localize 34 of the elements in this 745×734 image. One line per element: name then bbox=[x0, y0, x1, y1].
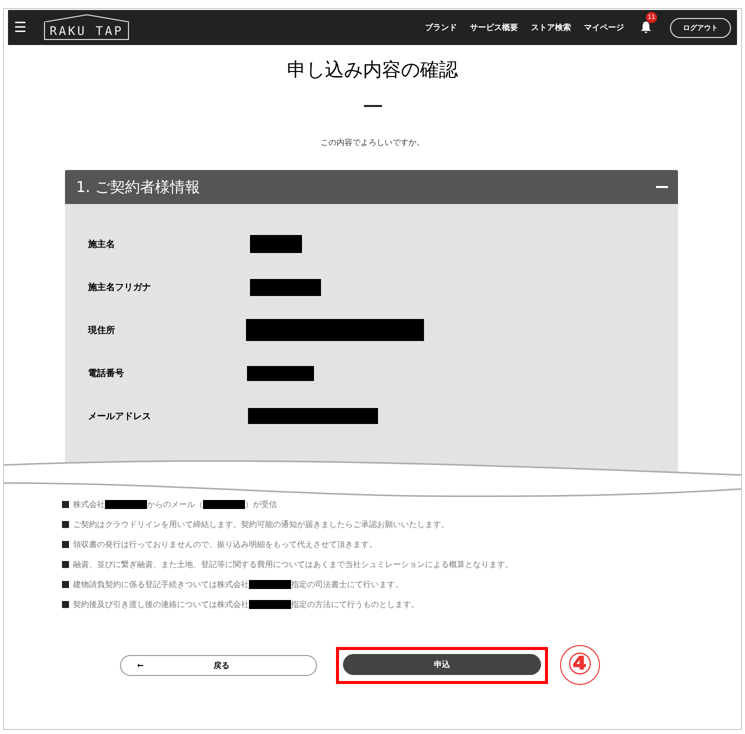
square-bullet-icon bbox=[62, 501, 69, 508]
notice-text: 建物請負契約に係る登記手続きついては株式会社 指定の司法書士にて行います。 bbox=[73, 579, 403, 590]
step-number: ④ bbox=[560, 645, 600, 685]
field-label: メールアドレス bbox=[88, 410, 152, 422]
square-bullet-icon bbox=[62, 541, 69, 548]
square-bullet-icon bbox=[62, 561, 69, 568]
field-label: 現住所 bbox=[88, 324, 116, 336]
square-bullet-icon bbox=[62, 521, 69, 528]
nav-link[interactable]: マイページ bbox=[584, 22, 624, 33]
nav-link[interactable]: サービス概要 bbox=[470, 22, 518, 33]
menu-button[interactable]: ☰ bbox=[14, 20, 27, 36]
notice-text: 株式会社 からのメール（ ）が受信 bbox=[73, 499, 277, 510]
submit-button[interactable]: 申込 bbox=[343, 654, 541, 674]
logo-text: RAKU TAP bbox=[44, 22, 130, 40]
notice-text: 契約後及び引き渡し後の連絡については株式会社 指定の方法にて行うものとします。 bbox=[73, 599, 419, 610]
field-label: 施主名 bbox=[88, 238, 116, 250]
roof-icon bbox=[44, 14, 130, 22]
back-button[interactable]: ← 戻る bbox=[120, 654, 317, 676]
bell-icon[interactable] bbox=[640, 20, 652, 35]
logo[interactable]: RAKU TAP bbox=[36, 13, 136, 42]
page-subtitle: この内容でよろしいですか。 bbox=[320, 137, 424, 148]
field-label: 電話番号 bbox=[88, 367, 125, 380]
notice-text: ご契約はクラウドリインを用いて締結します。契約可能の通知が届きましたらご承認お願いいたします。 bbox=[73, 519, 449, 530]
notice-text: 融資、並びに繋ぎ融資、また土地、登記等に関する費用についてはあくまで当社シュミレーションによる概算となります。 bbox=[73, 559, 513, 570]
nav-link[interactable]: ブランド bbox=[425, 22, 457, 33]
notice-text: 領収書の発行は行っておりませんので、振り込み明細をもって代えさせて頂きます。 bbox=[73, 539, 377, 550]
section-header[interactable]: 1. ご契約者様情報 bbox=[65, 170, 678, 204]
page-title: 申し込み内容の確認 bbox=[287, 58, 458, 83]
square-bullet-icon bbox=[62, 581, 69, 588]
title-underline bbox=[364, 105, 382, 107]
square-bullet-icon bbox=[62, 601, 69, 608]
nav-link[interactable]: ストア検索 bbox=[531, 22, 571, 33]
field-label: 施主名フリガナ bbox=[88, 281, 152, 294]
section-title: 1. ご契約者様情報 bbox=[76, 178, 200, 196]
